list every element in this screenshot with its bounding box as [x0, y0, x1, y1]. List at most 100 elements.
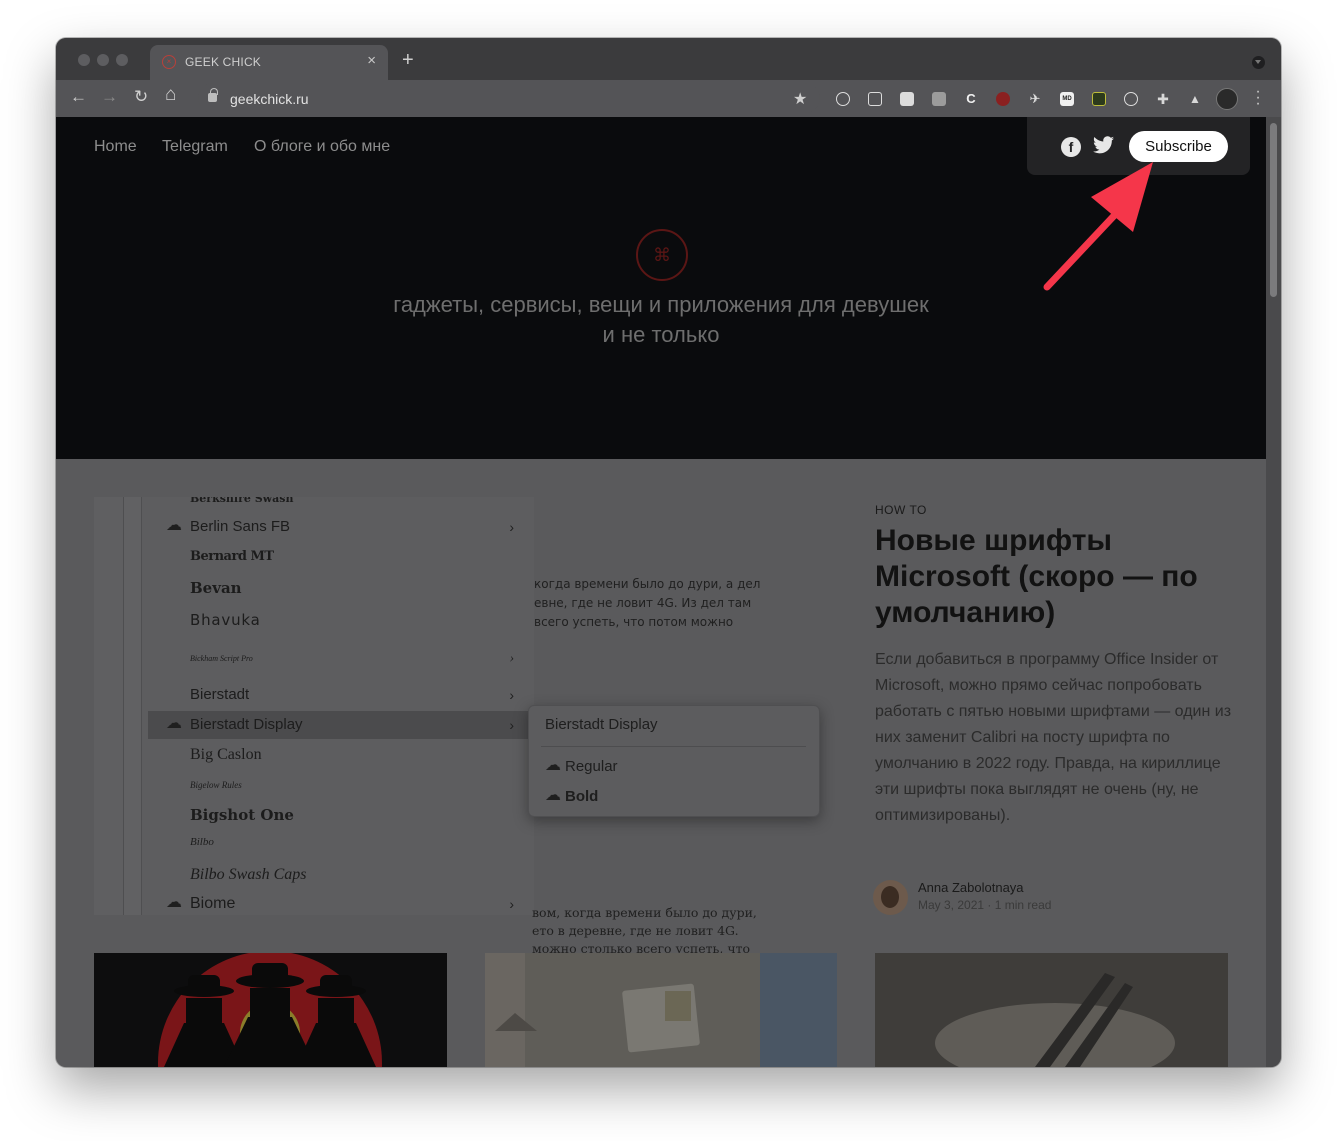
site-tagline-line-2: и не только: [602, 322, 720, 347]
submenu-title: Bierstadt Display: [545, 716, 658, 733]
chevron-right-icon: ›: [509, 896, 514, 912]
ext-mail-icon[interactable]: [1124, 92, 1138, 106]
ext-ublock-icon[interactable]: [996, 92, 1010, 106]
cloud-download-icon: ☁: [166, 517, 182, 534]
post-card-image[interactable]: [94, 953, 447, 1067]
browser-window: × GEEK CHICK × + ← → ↻ ⌂ geekchick.ru ★ …: [56, 38, 1281, 1067]
article-date: May 3, 2021: [918, 898, 985, 912]
tab-close-icon[interactable]: ×: [367, 52, 376, 69]
facebook-icon[interactable]: f: [1061, 137, 1081, 157]
chevron-right-icon: ›: [509, 519, 514, 535]
browser-toolbar: ← → ↻ ⌂ geekchick.ru ★ C ✈ MD ✚ ▲ · · ·: [56, 80, 1281, 117]
extensions-puzzle-icon[interactable]: ✚: [1156, 92, 1170, 106]
font-item[interactable]: Bilbo Swash Caps: [148, 861, 528, 889]
font-item-label: Berlin Sans FB: [190, 518, 291, 535]
font-item[interactable]: Bilbo: [148, 828, 528, 856]
post-card-image[interactable]: [875, 953, 1228, 1067]
article-image-font-menu: Berkshire Swash ☁ Berlin Sans FB › Berna…: [94, 497, 534, 915]
ext-pocket-icon[interactable]: [868, 92, 882, 106]
image-ruler: [124, 497, 142, 915]
image-bg-text: вом, когда времени было до дури, ето в д…: [532, 905, 757, 956]
image-bg-text: когда времени было до дури, а дел евне, …: [534, 577, 761, 629]
scrollbar-thumb[interactable]: [1270, 123, 1277, 297]
browser-menu-icon[interactable]: · · ·: [1254, 84, 1262, 112]
font-item[interactable]: Bigshot One: [148, 801, 528, 829]
close-window-button[interactable]: [78, 54, 90, 66]
author-avatar[interactable]: [873, 880, 908, 915]
author-name[interactable]: Anna Zabolotnaya: [918, 880, 1024, 895]
font-item[interactable]: Bickham Script Pro ›: [148, 645, 528, 673]
ext-camera-icon[interactable]: [932, 92, 946, 106]
font-item[interactable]: Bierstadt ›: [148, 681, 528, 709]
chevron-right-icon: ›: [509, 687, 514, 703]
site-tagline-line-1: гаджеты, сервисы, вещи и приложения для …: [393, 292, 929, 317]
nav-about-link[interactable]: О блоге и обо мне: [254, 138, 390, 156]
font-item-label: Bierstadt Display: [190, 716, 303, 733]
font-item[interactable]: Berkshire Swash: [148, 497, 528, 513]
site-header: Home Telegram О блоге и обо мне ⌘ гаджет…: [56, 117, 1266, 459]
cloud-download-icon: ☁: [545, 787, 561, 804]
minimize-window-button[interactable]: [97, 54, 109, 66]
site-logo-icon[interactable]: ⌘: [636, 229, 688, 281]
font-item[interactable]: Bernard MT: [148, 543, 528, 571]
ext-1password-icon[interactable]: [836, 92, 850, 106]
home-button[interactable]: ⌂: [165, 85, 176, 104]
tab-geek-chick[interactable]: × GEEK CHICK ×: [150, 45, 388, 80]
post-card-image[interactable]: [485, 953, 837, 1067]
font-item[interactable]: ☁ Biome ›: [148, 890, 528, 915]
site-favicon-icon: ×: [162, 55, 176, 69]
font-item[interactable]: Bevan: [148, 574, 528, 602]
ext-rocket-icon[interactable]: ✈: [1028, 92, 1042, 106]
bookmark-star-icon[interactable]: ★: [793, 89, 807, 109]
new-tab-button[interactable]: +: [402, 50, 414, 70]
nav-home-link[interactable]: Home: [94, 138, 137, 156]
ext-c-icon[interactable]: C: [964, 92, 978, 106]
article-read-time: 1 min read: [994, 898, 1052, 912]
twitter-icon[interactable]: [1093, 136, 1114, 154]
zoom-window-button[interactable]: [116, 54, 128, 66]
reload-button[interactable]: ↻: [134, 88, 148, 106]
card-illustration-tablet: [485, 953, 837, 1067]
font-item[interactable]: ☁ Berlin Sans FB ›: [148, 513, 528, 541]
font-item-label: Bierstadt: [190, 686, 250, 703]
font-item-selected[interactable]: ☁ Bierstadt Display ›: [148, 711, 528, 739]
font-item-label: Biome: [190, 895, 236, 912]
cloud-download-icon: ☁: [166, 894, 182, 911]
ext-flask-icon[interactable]: ▲: [1188, 92, 1202, 106]
tab-search-icon[interactable]: [1252, 56, 1265, 69]
forward-button[interactable]: →: [101, 88, 118, 106]
article-excerpt: Если добавиться в программу Office Insid…: [875, 651, 1232, 824]
profile-avatar-icon[interactable]: [1216, 88, 1238, 110]
subscribe-button[interactable]: Subscribe: [1129, 131, 1228, 162]
ext-cursor-icon[interactable]: [1092, 92, 1106, 106]
url-text[interactable]: geekchick.ru: [230, 91, 309, 107]
font-item[interactable]: Bhavuka: [148, 606, 528, 634]
lock-icon[interactable]: [208, 88, 218, 102]
divider: [541, 746, 806, 747]
submenu-item-bold[interactable]: ☁ Bold: [545, 787, 598, 806]
tab-title: GEEK CHICK: [185, 55, 262, 69]
page-scrollbar[interactable]: [1266, 117, 1281, 1067]
card-illustration-spies: [158, 953, 382, 1067]
font-item[interactable]: Bigelow Rules: [148, 771, 528, 799]
chevron-right-icon: ›: [509, 717, 514, 733]
cloud-download-icon: ☁: [545, 757, 561, 774]
cloud-download-icon: ☁: [166, 715, 182, 732]
card-illustration-fur: [875, 953, 1228, 1067]
tab-strip: × GEEK CHICK × +: [56, 38, 1281, 80]
chevron-right-icon: ›: [509, 651, 514, 666]
article-meta: May 3, 2021 · 1 min read: [918, 898, 1051, 912]
article-title[interactable]: Новые шрифты Microsoft (скоро — по умолч…: [875, 523, 1235, 631]
article-category[interactable]: HOW TO: [875, 503, 927, 517]
font-item[interactable]: Big Caslon: [148, 741, 528, 769]
meta-separator: ·: [987, 898, 992, 912]
submenu-item-regular[interactable]: ☁ Regular: [545, 757, 618, 776]
nav-telegram-link[interactable]: Telegram: [162, 138, 228, 156]
ext-markdown-icon[interactable]: MD: [1060, 92, 1074, 106]
font-item-label: Bickham Script Pro: [190, 654, 253, 663]
ext-screenshot-icon[interactable]: [900, 92, 914, 106]
webpage: Home Telegram О блоге и обо мне ⌘ гаджет…: [56, 117, 1266, 1067]
font-style-submenu: Bierstadt Display ☁ Regular ☁ Bold: [528, 705, 820, 817]
image-sidebar: [94, 497, 124, 915]
back-button[interactable]: ←: [70, 88, 87, 106]
